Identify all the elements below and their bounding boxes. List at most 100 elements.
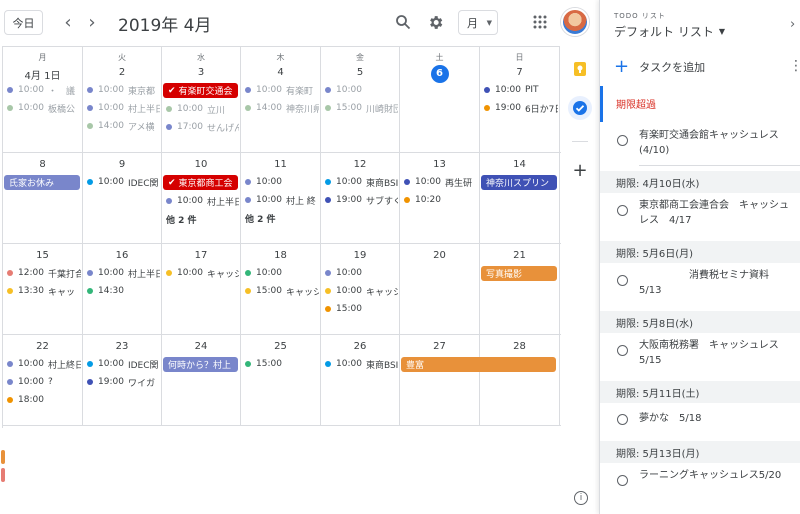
timed-event[interactable]: 10:00 有楽町 [245,83,319,97]
day-cell[interactable]: 月 4月 1日 10:00 ・ 議 10:00 板橋公 [3,47,83,152]
all-day-event[interactable]: ✔ 東京都商工会 [163,175,238,190]
timed-event[interactable]: 10:00 ・ 議 [7,83,81,97]
apps-button[interactable] [530,12,550,32]
timed-event[interactable]: 12:00 千葉打合 [7,266,81,280]
day-number[interactable]: 25 [241,341,320,352]
timed-event[interactable]: 10:00 IDEC関 [87,175,160,189]
day-number[interactable]: 14 [480,159,559,170]
day-number[interactable]: 18 [241,250,320,261]
day-cell[interactable]: 18 10:00 15:00 キャッシ [241,244,321,334]
timed-event[interactable]: 10:00 再生研 [404,175,478,189]
day-cell[interactable]: 17 10:00 キャッシ [162,244,241,334]
day-cell[interactable]: 11 10:00 10:00 村上 終他 2 件 [241,153,321,243]
day-cell[interactable]: 8 氏家お休み [3,153,83,243]
timed-event[interactable]: 10:00 [245,266,319,280]
timed-event[interactable]: 10:00 村上終日 [7,357,81,371]
day-number[interactable]: 7 [480,67,559,78]
timed-event[interactable]: 10:00? [7,375,81,389]
day-cell[interactable]: 19 10:00 10:00 キャッシ 15:00 [321,244,400,334]
timed-event[interactable]: 17:00 せんげん [166,120,239,134]
timed-event[interactable]: 10:00 村上半日 [166,194,239,208]
view-select[interactable]: 月 ▼ [458,10,498,35]
timed-event[interactable]: 14:00 神奈川県 [245,101,319,115]
timed-event[interactable]: 10:00 村上半日 [87,266,160,280]
day-cell[interactable]: 9 10:00 IDEC関 [83,153,162,243]
timed-event[interactable]: 10:00 [325,83,398,97]
timed-event[interactable]: 10:00 立川 [166,102,239,116]
day-number[interactable]: 8 [3,159,82,170]
more-events-link[interactable]: 他 2 件 [245,212,276,225]
task-complete-checkbox[interactable] [617,135,628,146]
day-cell[interactable]: 25 15:00 [241,335,321,425]
tasks-button[interactable] [568,96,592,120]
day-number[interactable]: 27 [400,341,479,352]
day-cell[interactable]: 日710:00PIT19:006日か7日 [480,47,560,152]
close-panel-button[interactable]: › [790,17,795,32]
timed-event[interactable]: 10:00 [325,266,398,280]
search-button[interactable] [393,12,413,32]
day-number[interactable]: 28 [480,341,559,352]
task-item[interactable]: 有楽町交通会館キャッシュレス (4/10) [600,125,800,165]
timed-event[interactable]: 19:00 ワイガ [87,375,160,389]
day-number[interactable]: 17 [162,250,240,261]
task-item[interactable]: ラーニングキャッシュレス5/20 [600,465,800,505]
day-cell[interactable]: 10 ✔ 東京都商工会 10:00 村上半日他 2 件 [162,153,241,243]
multi-day-event[interactable]: 豊富 [401,357,556,372]
timed-event[interactable]: 10:00 [245,175,319,189]
timed-event[interactable]: 19:006日か7日 [484,101,558,115]
day-number[interactable]: 5 [321,67,399,78]
task-complete-checkbox[interactable] [617,414,628,425]
timed-event[interactable]: 19:00 サブすく [325,193,398,207]
day-cell[interactable]: 13 10:00 再生研 10:20 [400,153,480,243]
all-day-event[interactable]: 氏家お休み [4,175,80,190]
timed-event[interactable]: 10:00 IDEC関 [87,357,160,371]
timed-event[interactable]: 10:20 [404,193,478,207]
timed-event[interactable]: 14:00 アメ横 [87,119,160,133]
task-complete-checkbox[interactable] [617,275,628,286]
timed-event[interactable]: 10:00 村上半日 [87,101,160,115]
day-cell[interactable]: 26 10:00 東商BSI [321,335,400,425]
day-number[interactable]: 4月 1日 [3,67,82,82]
day-cell[interactable]: 15 12:00 千葉打合 13:30 キャッ [3,244,83,334]
day-number[interactable]: 15 [3,250,82,261]
timed-event[interactable]: 10:00 キャッシ [325,284,398,298]
timed-event[interactable]: 14:30 [87,284,160,298]
day-cell[interactable]: 火 2 10:00 東京都 10:00 村上半日 14:00 アメ横 [83,47,162,152]
day-cell[interactable]: 金 5 10:00 15:00 川崎財団 [321,47,400,152]
timed-event[interactable]: 15:00 [325,302,398,316]
day-cell[interactable]: 木 4 10:00 有楽町 14:00 神奈川県 [241,47,321,152]
prev-month-button[interactable]: ‹ [58,12,78,33]
day-number[interactable]: 9 [83,159,161,170]
day-number[interactable]: 2 [83,67,161,78]
hidden-event-tick[interactable] [1,468,5,482]
timed-event[interactable]: 15:00 キャッシ [245,284,319,298]
day-cell[interactable]: 水 3 ✔ 有楽町交通会 10:00 立川 17:00 せんげん [162,47,241,152]
day-cell[interactable]: 土6 [400,47,480,152]
timed-event[interactable]: 15:00 川崎財団 [325,101,398,115]
day-cell[interactable]: 20 [400,244,480,334]
day-number[interactable]: 13 [400,159,479,170]
day-number[interactable]: 20 [400,250,479,261]
day-number[interactable]: 23 [83,341,161,352]
timed-event[interactable]: 18:00 [7,393,81,407]
today-day-number[interactable]: 6 [430,65,449,83]
timed-event[interactable]: 10:00 東商BSI [325,357,398,371]
day-number[interactable]: 16 [83,250,161,261]
task-complete-checkbox[interactable] [617,345,628,356]
day-number[interactable]: 12 [321,159,399,170]
day-number[interactable]: 6 [400,65,479,83]
day-number[interactable]: 11 [241,159,320,170]
day-cell[interactable]: 16 10:00 村上半日 14:30 [83,244,162,334]
day-cell[interactable]: 23 10:00 IDEC関 19:00 ワイガ [83,335,162,425]
day-number[interactable]: 22 [3,341,82,352]
more-events-link[interactable]: 他 2 件 [166,213,197,226]
day-number[interactable]: 10 [162,159,240,170]
day-number[interactable]: 3 [162,67,240,78]
avatar[interactable] [561,8,589,36]
timed-event[interactable]: 15:00 [245,357,319,371]
add-task-button[interactable]: + タスクを追加 [614,58,705,76]
day-cell[interactable]: 12 10:00 東商BSI 19:00 サブすく [321,153,400,243]
task-complete-checkbox[interactable] [617,475,628,486]
task-item[interactable]: 消費税セミナ資料 5/13 [600,265,800,305]
all-day-event[interactable]: ✔ 有楽町交通会 [163,83,238,98]
